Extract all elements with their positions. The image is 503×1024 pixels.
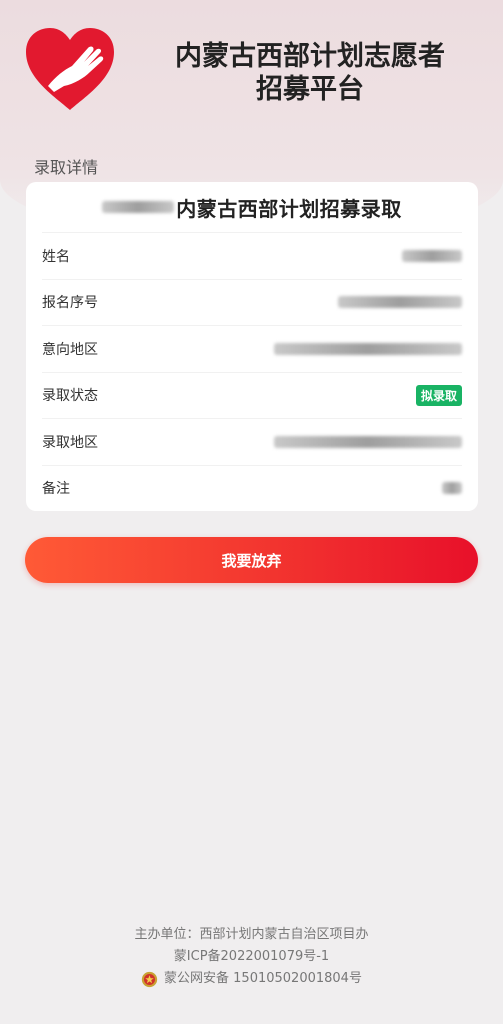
row-value-redacted	[274, 342, 462, 355]
volunteer-heart-logo-icon	[26, 28, 114, 110]
police-badge-icon	[141, 971, 158, 987]
row-value-redacted	[274, 435, 462, 448]
row-label: 报名序号	[42, 295, 98, 312]
row-value: 拟录取	[415, 384, 462, 406]
row-label: 录取状态	[42, 388, 98, 405]
card-title: 内蒙古西部计划招募录取	[26, 182, 478, 232]
row-admission-status: 录取状态 拟录取	[42, 371, 462, 419]
row-label: 姓名	[42, 248, 70, 265]
row-name: 姓名	[42, 232, 462, 279]
card-title-text: 内蒙古西部计划招募录取	[176, 196, 402, 221]
detail-rows: 姓名 报名序号 意向地区 录取状态 拟录取 录取地区 备注	[26, 232, 478, 511]
app-title: 内蒙古西部计划志愿者 招募平台	[150, 40, 470, 106]
footer-police-text[interactable]: 蒙公网安备 15010502001804号	[164, 968, 362, 990]
status-badge: 拟录取	[415, 384, 462, 406]
header: 内蒙古西部计划志愿者 招募平台	[0, 0, 503, 140]
row-value-redacted	[442, 482, 462, 495]
app-title-line1: 内蒙古西部计划志愿者	[175, 41, 445, 72]
app-title-line2: 招募平台	[256, 74, 364, 105]
section-label: 录取详情	[34, 158, 99, 177]
footer-sponsor: 主办单位：西部计划内蒙古自治区项目办	[134, 927, 369, 942]
row-value-redacted	[402, 249, 462, 262]
row-label: 意向地区	[42, 341, 98, 358]
row-intended-region: 意向地区	[42, 325, 462, 372]
give-up-button[interactable]: 我要放弃	[25, 537, 478, 583]
footer: 主办单位：西部计划内蒙古自治区项目办 蒙ICP备2022001079号-1 蒙公…	[0, 924, 503, 990]
redacted-year	[102, 201, 175, 213]
admission-detail-card: 内蒙古西部计划招募录取 姓名 报名序号 意向地区 录取状态 拟录取 录取地区 备…	[26, 182, 478, 511]
footer-police-line[interactable]: 蒙公网安备 15010502001804号	[0, 968, 503, 990]
row-label: 备注	[42, 481, 70, 498]
row-admission-region: 录取地区	[42, 418, 462, 465]
row-value-redacted	[338, 296, 462, 309]
footer-icp-link[interactable]: 蒙ICP备2022001079号-1	[0, 946, 503, 968]
row-remarks: 备注	[42, 464, 462, 512]
row-registration-number: 报名序号	[42, 278, 462, 326]
row-label: 录取地区	[42, 434, 98, 451]
